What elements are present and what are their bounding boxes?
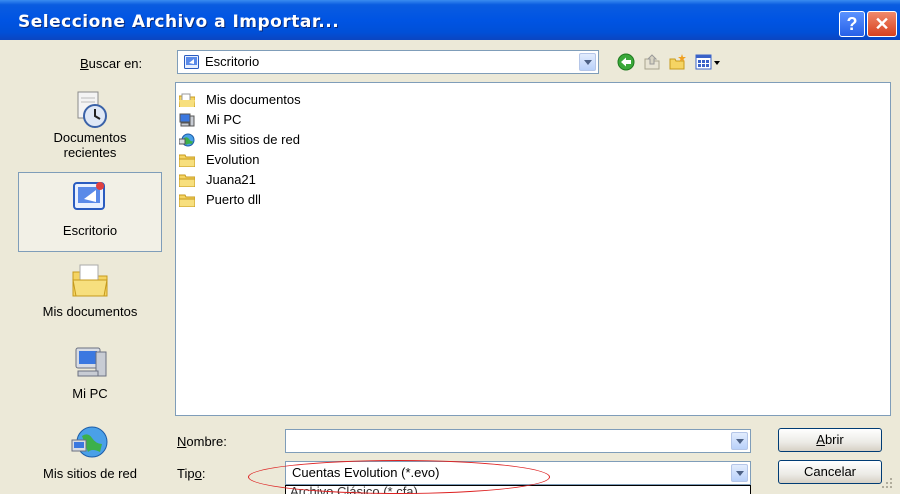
highlight-ellipse bbox=[248, 460, 550, 494]
new-folder-icon[interactable] bbox=[669, 53, 687, 71]
file-type-dropdown-button[interactable] bbox=[731, 464, 748, 482]
help-button[interactable]: ? bbox=[839, 11, 865, 37]
filename-input[interactable] bbox=[285, 429, 751, 453]
views-menu-icon[interactable] bbox=[695, 53, 721, 71]
dialog-title: Seleccione Archivo a Importar... bbox=[18, 12, 340, 32]
desktop-icon bbox=[184, 55, 199, 69]
my-computer-icon bbox=[75, 347, 107, 377]
place-my-documents[interactable]: Mis documentos bbox=[18, 260, 162, 320]
place-network-places-label: Mis sitios de red bbox=[43, 466, 137, 481]
file-name: Juana21 bbox=[206, 172, 256, 187]
file-name: Mis documentos bbox=[206, 92, 301, 107]
open-button[interactable]: Abrir bbox=[778, 428, 882, 452]
place-my-documents-label: Mis documentos bbox=[42, 304, 138, 319]
title-bar[interactable]: Seleccione Archivo a Importar... ? ✕ bbox=[0, 0, 900, 40]
filename-dropdown-button[interactable] bbox=[731, 432, 748, 450]
type-label: Tipo: bbox=[177, 466, 206, 481]
lookin-label: Buscar en: bbox=[80, 56, 143, 71]
place-desktop-label: Escritorio bbox=[62, 223, 118, 238]
place-network-places[interactable]: Mis sitios de red bbox=[18, 422, 162, 482]
place-my-computer[interactable]: Mi PC bbox=[18, 342, 162, 402]
network-places-icon bbox=[71, 426, 108, 458]
place-desktop[interactable]: Escritorio bbox=[18, 172, 162, 252]
my-documents-icon bbox=[72, 264, 108, 297]
folder-icon bbox=[179, 194, 195, 207]
file-list[interactable]: Mis documentos Mi PC Mis sitios de red E… bbox=[175, 82, 891, 416]
network-places-icon bbox=[179, 133, 195, 147]
desktop-icon bbox=[73, 182, 105, 210]
place-my-computer-label: Mi PC bbox=[72, 386, 108, 401]
file-name: Mis sitios de red bbox=[206, 132, 300, 147]
resize-grip-icon[interactable] bbox=[880, 476, 894, 490]
cancel-button[interactable]: Cancelar bbox=[778, 460, 882, 484]
place-recent-documents[interactable]: Documentos recientes bbox=[18, 90, 162, 170]
recent-documents-icon bbox=[77, 91, 107, 128]
lookin-value: Escritorio bbox=[205, 54, 260, 69]
filename-label: Nombre: bbox=[177, 434, 227, 449]
back-arrow-icon[interactable] bbox=[617, 53, 635, 71]
file-name: Puerto dll bbox=[206, 192, 261, 207]
lookin-dropdown-button[interactable] bbox=[579, 53, 596, 71]
file-open-dialog: Seleccione Archivo a Importar... ? ✕ Bus… bbox=[0, 0, 900, 494]
lookin-combo[interactable]: Escritorio bbox=[177, 50, 599, 74]
up-folder-icon[interactable] bbox=[643, 53, 661, 71]
my-documents-icon bbox=[179, 93, 195, 107]
file-name: Mi PC bbox=[206, 112, 242, 127]
my-computer-icon bbox=[179, 113, 195, 127]
place-recent-documents-label: Documentos recientes bbox=[53, 130, 127, 160]
folder-icon bbox=[179, 174, 195, 187]
places-bar: Documentos recientes Escritorio Mis docu… bbox=[18, 82, 164, 481]
file-name: Evolution bbox=[206, 152, 260, 167]
close-button[interactable]: ✕ bbox=[867, 11, 897, 37]
folder-icon bbox=[179, 154, 195, 167]
